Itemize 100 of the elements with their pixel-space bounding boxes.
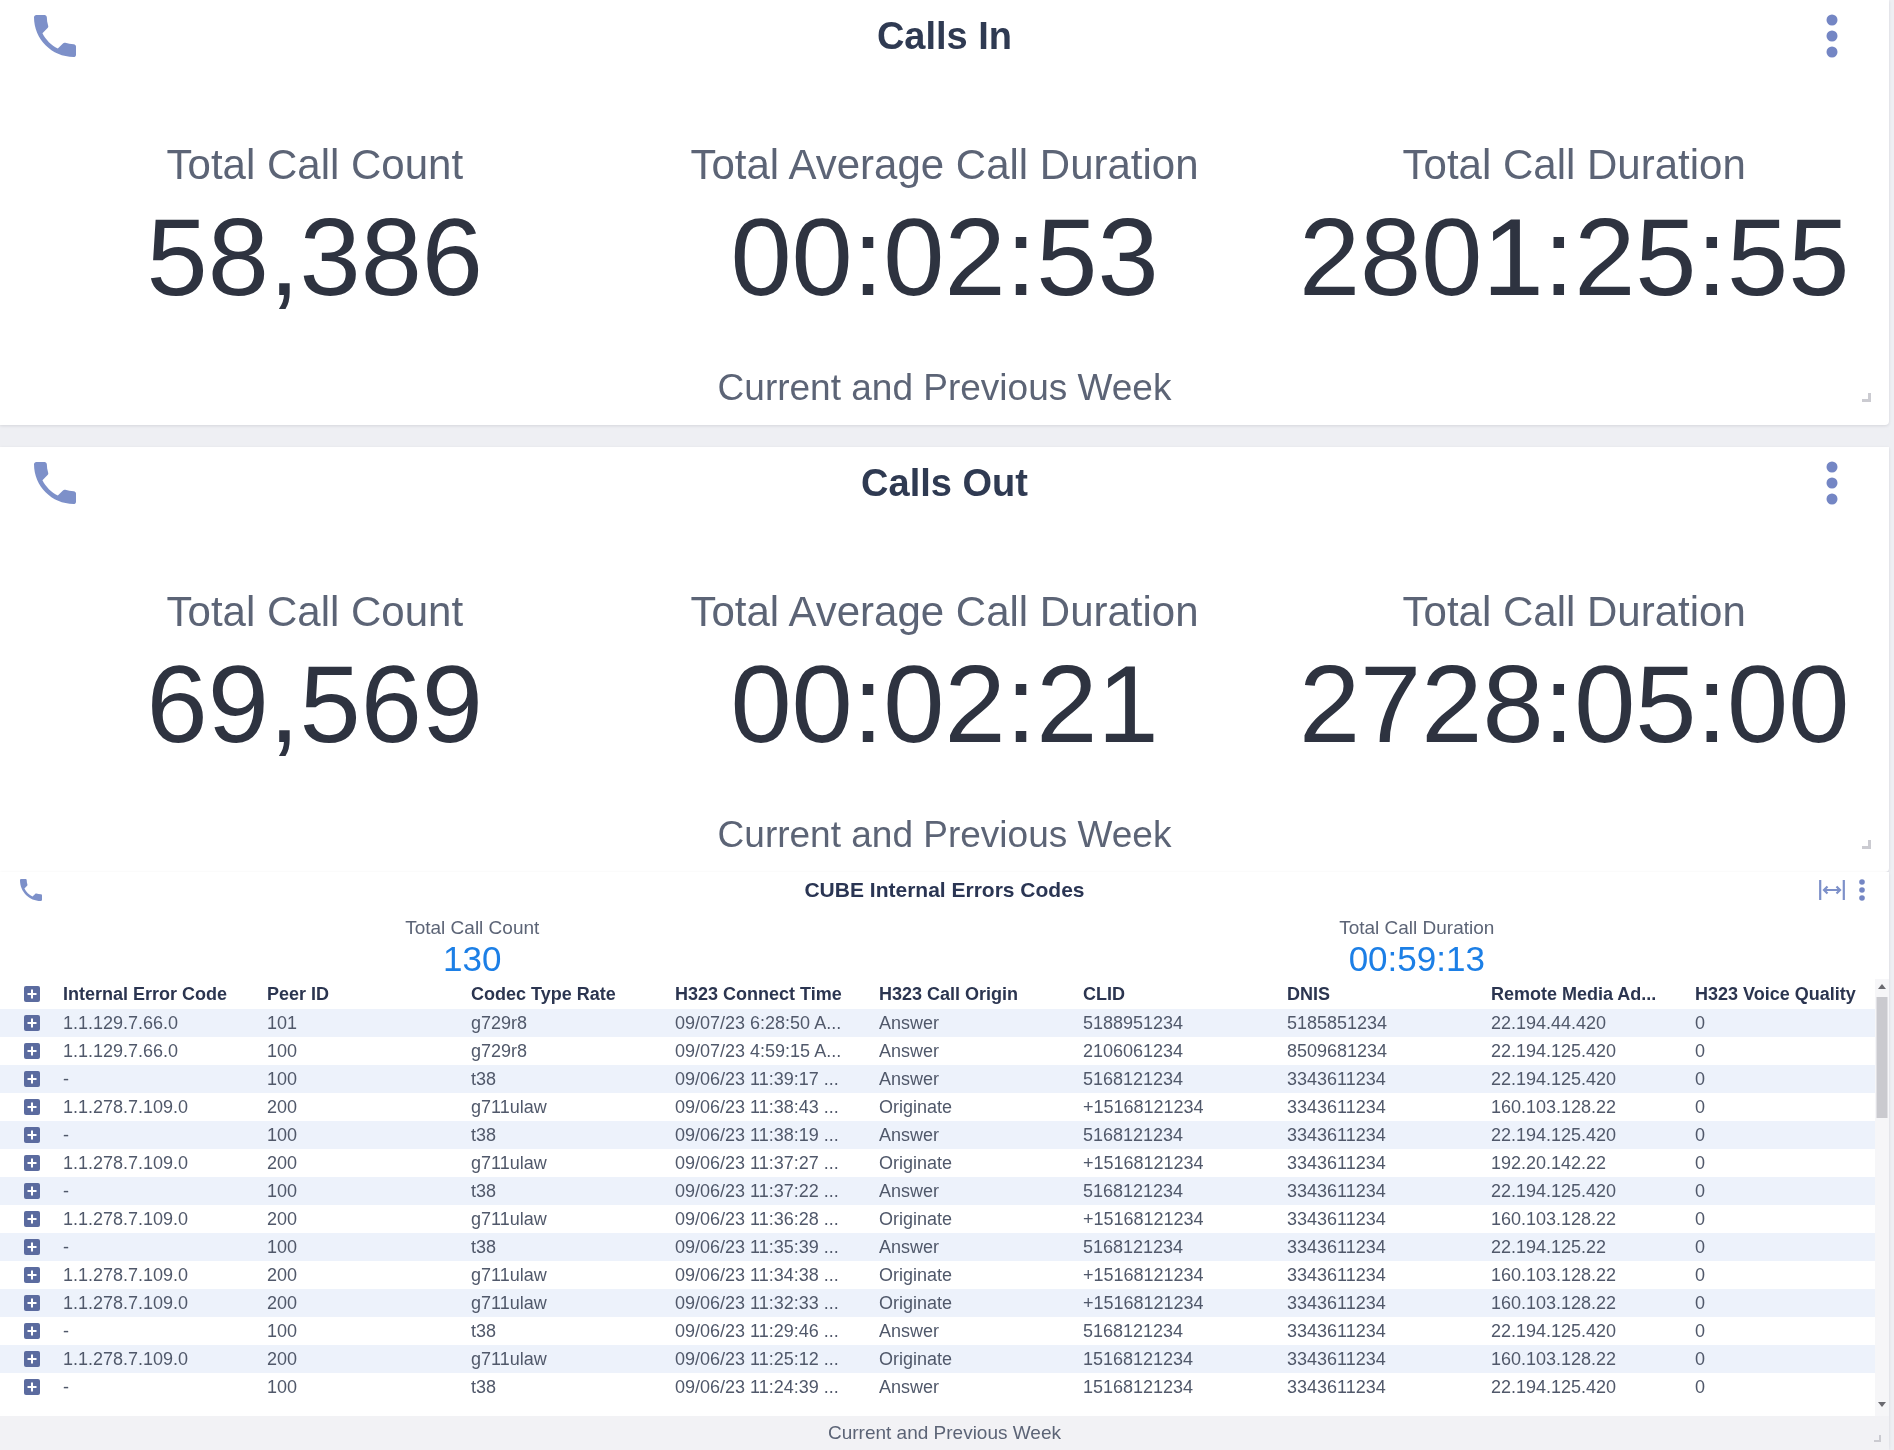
table-cell-text: 3343611234 (1287, 1264, 1387, 1286)
panel-footer-text: Current and Previous Week (717, 813, 1172, 857)
table-cell-text: 1.1.278.7.109.0 (63, 1292, 190, 1314)
panel-title: Calls In (876, 14, 1013, 58)
expand-row-icon[interactable] (23, 1155, 40, 1171)
table-cell-text: 200 (267, 1348, 299, 1370)
table-cell-text: 09/06/23 11:24:39 ... (675, 1376, 840, 1398)
resize-handle-icon[interactable] (1862, 840, 1871, 849)
expand-all-icon[interactable] (23, 986, 40, 1002)
table-cell-text: Originate (879, 1348, 954, 1370)
table-cell-text: 192.20.142.22 (1491, 1152, 1608, 1174)
table-cell-text: - (63, 1180, 70, 1202)
table-cell-text: 22.194.125.420 (1491, 1040, 1618, 1062)
table-cell-text: - (63, 1236, 70, 1258)
table-cell-text: 22.194.125.420 (1491, 1320, 1618, 1342)
table-cell-text: 5185851234 (1287, 1012, 1389, 1034)
table-cell-text: Originate (879, 1152, 954, 1174)
table-cell-text: 22.194.125.420 (1491, 1376, 1618, 1398)
table-cell-text: 5188951234 (1083, 1012, 1185, 1034)
panel-title: Calls Out (861, 461, 1028, 505)
table-cell-text: Answer (879, 1236, 941, 1258)
table-cell-text: 200 (267, 1264, 299, 1286)
table-cell-text: +15168121234 (1083, 1292, 1205, 1314)
table-cell-text: 09/07/23 6:28:50 A... (675, 1012, 843, 1034)
fit-width-icon[interactable] (1819, 880, 1845, 900)
scrollbar[interactable] (1875, 979, 1889, 1416)
table-cell-text: - (63, 1320, 70, 1342)
table-cell-text: 5168121234 (1083, 1124, 1185, 1146)
table-cell-text: 0 (1695, 1124, 1706, 1146)
table-cell-text: 0 (1695, 1096, 1706, 1118)
column-header: Remote Media Ad... (1491, 983, 1658, 1005)
table-cell-text: 101 (267, 1012, 299, 1034)
table-cell-text: 3343611234 (1287, 1320, 1387, 1342)
expand-row-icon[interactable] (23, 1379, 40, 1395)
table-cell-text: 22.194.125.22 (1491, 1236, 1608, 1258)
expand-row-icon[interactable] (23, 1015, 40, 1031)
table-cell-text: 15168121234 (1083, 1376, 1195, 1398)
table-cell-text: 09/06/23 11:29:46 ... (675, 1320, 840, 1342)
stat-label: Total Average Call Duration (690, 587, 1199, 637)
resize-handle-icon[interactable] (1862, 393, 1871, 402)
table-cell-text: 100 (267, 1068, 299, 1090)
table-cell-text: Answer (879, 1376, 941, 1398)
table-cell-text: 5168121234 (1083, 1180, 1185, 1202)
table-cell-text: 0 (1695, 1348, 1706, 1370)
table-cell-text: g711ulaw (471, 1152, 548, 1174)
phone-icon (34, 462, 76, 504)
expand-row-icon[interactable] (23, 1211, 40, 1227)
expand-row-icon[interactable] (23, 1127, 40, 1143)
table-cell-text: +15168121234 (1083, 1264, 1205, 1286)
expand-row-icon[interactable] (23, 1351, 40, 1367)
table-cell-text: 15168121234 (1083, 1348, 1195, 1370)
stat-value: 58,386 (146, 194, 484, 320)
table-cell-text: 160.103.128.22 (1491, 1292, 1618, 1314)
table-cell-text: 160.103.128.22 (1491, 1208, 1618, 1230)
table-cell-text: Answer (879, 1180, 941, 1202)
resize-handle-icon[interactable] (1874, 1435, 1881, 1442)
more-options-icon[interactable] (1859, 879, 1865, 901)
table-cell-text: 1.1.278.7.109.0 (63, 1208, 190, 1230)
expand-row-icon[interactable] (23, 1295, 40, 1311)
table-cell-text: 0 (1695, 1376, 1706, 1398)
table-cell-text: 200 (267, 1292, 299, 1314)
expand-row-icon[interactable] (23, 1323, 40, 1339)
table-cell-text: 0 (1695, 1068, 1706, 1090)
table-cell-text: 160.103.128.22 (1491, 1264, 1618, 1286)
stat-value: 00:02:21 (730, 641, 1159, 767)
stat-label: Total Call Duration (1402, 587, 1746, 637)
more-options-icon[interactable] (1826, 461, 1838, 505)
table-cell-text: Originate (879, 1292, 954, 1314)
expand-row-icon[interactable] (23, 1099, 40, 1115)
stat-label: Total Call Count (405, 916, 540, 939)
table-cell-text: 22.194.125.420 (1491, 1124, 1618, 1146)
expand-row-icon[interactable] (23, 1183, 40, 1199)
expand-row-icon[interactable] (23, 1239, 40, 1255)
stat-value: 00:02:53 (730, 194, 1159, 320)
table-cell-text: t38 (471, 1376, 498, 1398)
table-cell-text: 5168121234 (1083, 1236, 1185, 1258)
stat-value: 2801:25:55 (1298, 194, 1850, 320)
table-cell-text: Originate (879, 1208, 954, 1230)
column-header: DNIS (1287, 983, 1331, 1005)
expand-row-icon[interactable] (23, 1071, 40, 1087)
table-cell-text: 09/06/23 11:37:22 ... (675, 1180, 840, 1202)
more-options-icon[interactable] (1826, 14, 1838, 58)
panel-footer-text: Current and Previous Week (717, 366, 1172, 410)
table-cell-text: 1.1.278.7.109.0 (63, 1152, 190, 1174)
table-cell-text: t38 (471, 1068, 498, 1090)
expand-row-icon[interactable] (23, 1043, 40, 1059)
expand-row-icon[interactable] (23, 1267, 40, 1283)
stat-value: 00:59:13 (1348, 939, 1485, 979)
phone-icon (20, 879, 42, 901)
table-cell-text: 5168121234 (1083, 1068, 1185, 1090)
table-cell-text: 22.194.125.420 (1491, 1180, 1618, 1202)
table-cell-text: 8509681234 (1287, 1040, 1389, 1062)
table-cell-text: 0 (1695, 1040, 1706, 1062)
table-cell-text: +15168121234 (1083, 1152, 1205, 1174)
table-cell-text: 3343611234 (1287, 1208, 1387, 1230)
table-cell-text: 0 (1695, 1320, 1706, 1342)
table-cell-text: 09/06/23 11:38:43 ... (675, 1096, 840, 1118)
table-cell-text: g711ulaw (471, 1208, 548, 1230)
table-cell-text: t38 (471, 1236, 498, 1258)
table-cell-text: 100 (267, 1124, 299, 1146)
